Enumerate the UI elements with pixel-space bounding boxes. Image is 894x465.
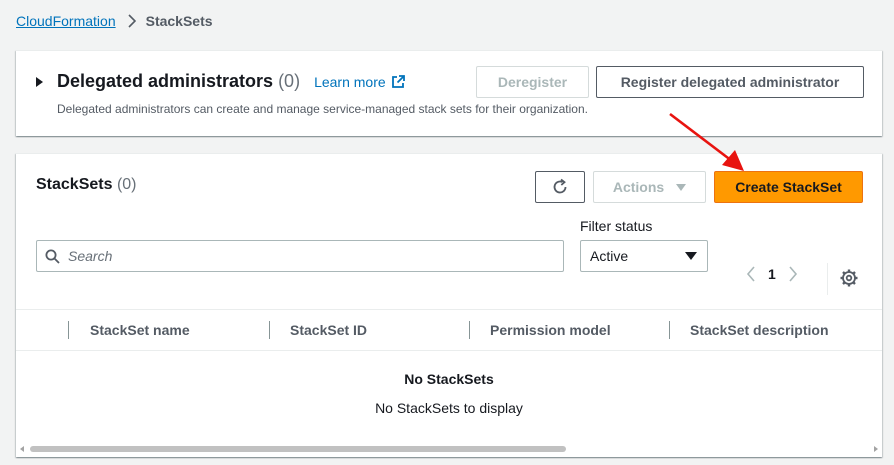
column-header-stackset-id[interactable]: StackSet ID [290, 310, 367, 350]
stacksets-title: StackSets (0) [36, 176, 137, 194]
caret-down-icon [685, 252, 697, 260]
search-input[interactable] [68, 248, 548, 264]
column-header-stackset-description[interactable]: StackSet description [690, 310, 829, 350]
page-number[interactable]: 1 [768, 266, 776, 282]
external-link-icon [391, 74, 405, 88]
stacksets-panel: StackSets (0) Actions Create StackSet Fi… [16, 153, 882, 457]
pager-divider [827, 263, 828, 295]
column-divider[interactable] [68, 321, 69, 339]
delegated-administrators-panel: Delegated administrators (0) Learn more … [16, 50, 882, 136]
scrollbar-thumb[interactable] [30, 446, 566, 452]
chevron-right-icon [128, 14, 136, 28]
create-stackset-button[interactable]: Create StackSet [714, 171, 863, 203]
actions-label: Actions [612, 179, 665, 195]
breadcrumb-current: StackSets [145, 13, 213, 29]
empty-state-message: No StackSets to display [375, 400, 523, 416]
empty-state-title: No StackSets [404, 371, 494, 387]
breadcrumb: CloudFormation StackSets [16, 13, 213, 29]
chevron-left-icon[interactable] [746, 266, 756, 282]
delegated-administrators-header[interactable]: Delegated administrators (0) Learn more [36, 71, 405, 92]
search-field[interactable] [36, 240, 564, 272]
chevron-right-icon[interactable] [788, 266, 798, 282]
horizontal-scrollbar[interactable] [16, 443, 882, 453]
column-divider[interactable] [669, 321, 670, 339]
delegated-administrators-title: Delegated administrators [57, 71, 274, 91]
gear-icon[interactable] [840, 269, 858, 287]
column-header-stackset-name[interactable]: StackSet name [90, 310, 190, 350]
pagination: 1 [746, 266, 798, 282]
table-header: StackSet name StackSet ID Permission mod… [16, 309, 882, 351]
column-header-permission-model[interactable]: Permission model [490, 310, 611, 350]
stacksets-title-text: StackSets [36, 176, 113, 193]
search-icon [45, 249, 60, 264]
filter-status-select[interactable]: Active [580, 240, 708, 272]
scroll-right-icon[interactable] [874, 446, 878, 452]
delegated-administrators-count: (0) [278, 71, 301, 91]
breadcrumb-cloudformation-link[interactable]: CloudFormation [16, 13, 116, 29]
column-divider[interactable] [469, 321, 470, 339]
column-divider[interactable] [269, 321, 270, 339]
deregister-button[interactable]: Deregister [476, 66, 589, 98]
delegated-administrators-description: Delegated administrators can create and … [57, 102, 588, 116]
actions-dropdown-button[interactable]: Actions [593, 171, 706, 203]
scroll-left-icon[interactable] [20, 446, 24, 452]
stacksets-count: (0) [116, 176, 137, 193]
caret-down-icon [676, 183, 687, 191]
caret-right-icon[interactable] [36, 76, 43, 87]
refresh-icon [553, 178, 567, 194]
filter-status-label: Filter status [580, 218, 653, 234]
learn-more-link[interactable]: Learn more [314, 74, 405, 90]
filter-status-value: Active [590, 248, 629, 264]
refresh-button[interactable] [535, 171, 585, 203]
register-delegated-administrator-button[interactable]: Register delegated administrator [596, 66, 864, 98]
learn-more-label: Learn more [314, 73, 386, 90]
